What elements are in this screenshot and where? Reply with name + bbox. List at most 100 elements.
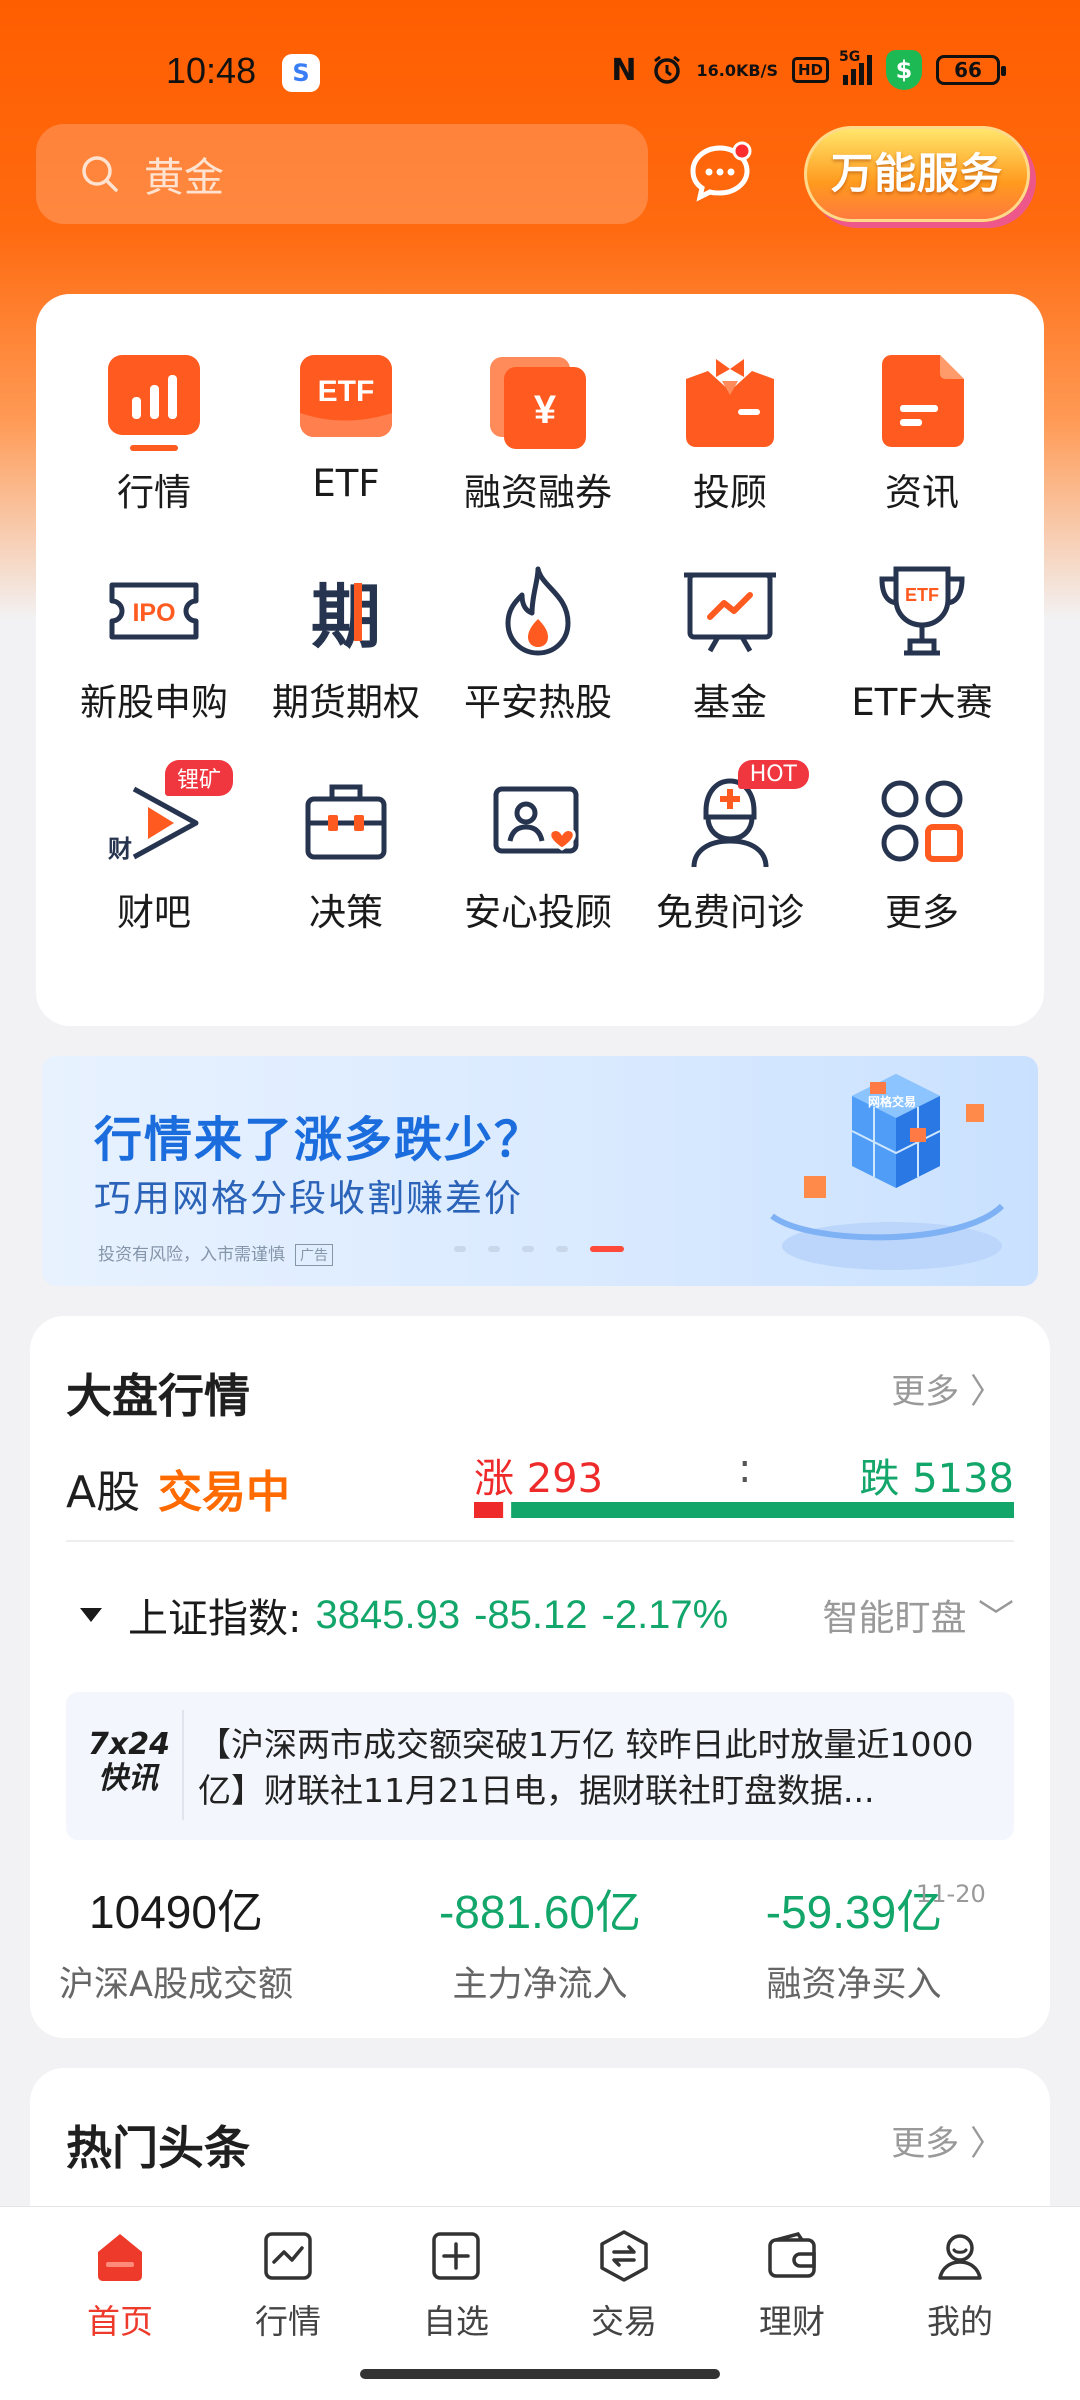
stat-label: 融资净买入	[766, 1965, 942, 2005]
universal-service-button[interactable]: 万能服务	[804, 126, 1030, 222]
index-value: 3845.93	[315, 1592, 461, 1637]
play-cai-icon: 财 锂矿	[99, 760, 233, 876]
menu-item-futures[interactable]: 期 期货期权	[246, 556, 446, 726]
carousel-dots	[454, 1246, 624, 1252]
wallet-icon	[757, 2221, 827, 2291]
signal-icon: 5G	[839, 49, 872, 85]
tab-label: 交易	[591, 2302, 657, 2341]
app-notification-icon: S	[282, 54, 320, 92]
menu-label: 行情	[117, 471, 191, 514]
etf-icon: ETF	[291, 346, 401, 456]
menu-label: 平安热股	[464, 681, 612, 724]
tab-label: 我的	[927, 2302, 993, 2341]
market-more-link[interactable]: 更多 〉	[891, 1364, 1004, 1413]
network-type: 5G	[839, 49, 861, 65]
menu-item-news[interactable]: 资讯	[822, 346, 1022, 516]
menu-item-safe-advisor[interactable]: 安心投顾	[438, 766, 638, 936]
advisor-icon	[675, 346, 785, 456]
tab-label: 理财	[759, 2302, 825, 2341]
svg-text:财: 财	[108, 835, 132, 863]
menu-item-margin-trading[interactable]: ¥ 融资融券	[438, 346, 638, 516]
tab-home[interactable]: 首页	[50, 2221, 190, 2343]
menu-item-hot-stocks[interactable]: 平安热股	[438, 556, 638, 726]
chevron-down-icon: ﹀	[977, 1598, 1014, 1639]
nfc-icon: N	[611, 52, 637, 88]
menu-item-decision[interactable]: 决策	[246, 766, 446, 936]
menu-item-advisor[interactable]: 投顾	[630, 346, 830, 516]
tab-label: 自选	[423, 2302, 489, 2341]
message-chat-icon[interactable]	[682, 136, 758, 212]
menu-item-caiba[interactable]: 财 锂矿 财吧	[54, 760, 254, 936]
flash-news-item[interactable]: 7x24 快讯 【沪深两市成交额突破1万亿 较昨日此时放量近1000亿】财联社11…	[66, 1692, 1014, 1840]
a-share-label: A股	[66, 1467, 141, 1518]
menu-item-etf[interactable]: ETF ETF	[246, 346, 446, 505]
market-title: 大盘行情	[66, 1369, 250, 1423]
tab-label: 行情	[255, 2302, 321, 2341]
menu-label: 基金	[693, 681, 767, 724]
ratio-separator: :	[738, 1446, 752, 1492]
stat-date: 11-20	[916, 1880, 986, 1908]
yen-card-icon: ¥	[483, 346, 593, 456]
tab-market[interactable]: 行情	[218, 2221, 358, 2343]
fund-chart-icon	[675, 556, 785, 666]
stat-main-inflow[interactable]: -881.60亿 主力净流入	[380, 1876, 700, 2007]
stat-turnover[interactable]: 10490亿 沪深A股成交额	[16, 1876, 336, 2007]
rise-fall-ratio-bar	[474, 1502, 1014, 1518]
news-doc-icon	[867, 346, 977, 456]
smart-watch-dropdown[interactable]: 智能盯盘 ﹀	[823, 1589, 1014, 1641]
svg-text:ETF: ETF	[905, 585, 939, 605]
menu-label: 融资融券	[464, 471, 612, 514]
index-row[interactable]: 上证指数: 3845.93 -85.12 -2.17% 智能盯盘 ﹀	[66, 1580, 1014, 1650]
stat-value: -881.60亿	[438, 1886, 641, 1938]
net-speed: 16.0 KB/S	[697, 62, 778, 79]
menu-item-more[interactable]: 更多	[822, 766, 1022, 936]
menu-label: ETF	[312, 462, 380, 505]
fall-bar	[511, 1502, 1014, 1518]
hot-more-link[interactable]: 更多 〉	[891, 2116, 1004, 2165]
stat-label: 沪深A股成交额	[59, 1965, 293, 2005]
tab-trade[interactable]: 交易	[554, 2221, 694, 2343]
grid-more-icon	[867, 766, 977, 876]
menu-item-fund[interactable]: 基金	[630, 556, 830, 726]
net-speed-value: 16.0	[696, 60, 737, 80]
hot-title: 热门头条	[66, 2121, 250, 2175]
logo-bottom: 快讯	[98, 1761, 158, 1796]
promo-banner[interactable]: 行情来了涨多跌少？ 巧用网格分段收割赚差价 投资有风险，入市需谨慎 广告 网格交易	[42, 1056, 1038, 1286]
smart-watch-label: 智能盯盘	[822, 1598, 967, 1639]
etf-trophy-icon: ETF	[867, 556, 977, 666]
menu-item-free-consult[interactable]: HOT 免费问诊	[630, 760, 830, 936]
more-label: 更多	[891, 2124, 960, 2164]
rise-count: 涨 293	[474, 1456, 604, 1502]
alarm-icon	[651, 54, 683, 86]
menu-badge: HOT	[737, 760, 809, 789]
tab-watchlist[interactable]: 自选	[386, 2221, 526, 2343]
banner-subtitle: 巧用网格分段收割赚差价	[94, 1177, 523, 1220]
menu-label: ETF大赛	[851, 681, 993, 724]
profile-heart-icon	[483, 766, 593, 876]
menu-item-etf-contest[interactable]: ETF ETF大赛	[822, 556, 1022, 726]
rise-bar	[474, 1502, 504, 1518]
doctor-icon: HOT	[675, 760, 809, 876]
tab-label: 首页	[87, 2302, 153, 2341]
tab-profile[interactable]: 我的	[890, 2221, 1030, 2343]
menu-item-ipo[interactable]: IPO 新股申购	[54, 556, 254, 726]
search-input[interactable]: 黄金	[144, 145, 224, 203]
ad-tag: 广告	[295, 1244, 333, 1266]
risk-note-text: 投资有风险，入市需谨慎	[98, 1245, 285, 1265]
market-chart-icon	[253, 2221, 323, 2291]
svg-text:期: 期	[311, 576, 381, 658]
tab-wealth[interactable]: 理财	[722, 2221, 862, 2343]
triangle-down-icon	[80, 1608, 102, 1622]
index-change: -85.12	[474, 1592, 588, 1637]
feature-menu-card: 行情 ETF ETF ¥ 融资融券 投顾 资讯 IPO 新股申购 期 期货期权 …	[36, 294, 1044, 1026]
market-overview-card: 大盘行情 更多 〉 A股 交易中 涨 293 : 跌 5138 上证指数: 38…	[30, 1316, 1050, 2038]
search-bar[interactable]: 黄金	[36, 124, 648, 224]
search-icon	[82, 156, 118, 192]
menu-item-market[interactable]: 行情	[54, 346, 254, 516]
chevron-right-icon: 〉	[970, 2124, 1004, 2164]
net-speed-unit: KB/S	[736, 60, 778, 80]
menu-label: 新股申购	[80, 681, 228, 724]
fire-icon	[483, 556, 593, 666]
menu-label: 安心投顾	[464, 891, 612, 934]
menu-label: 投顾	[693, 471, 767, 514]
